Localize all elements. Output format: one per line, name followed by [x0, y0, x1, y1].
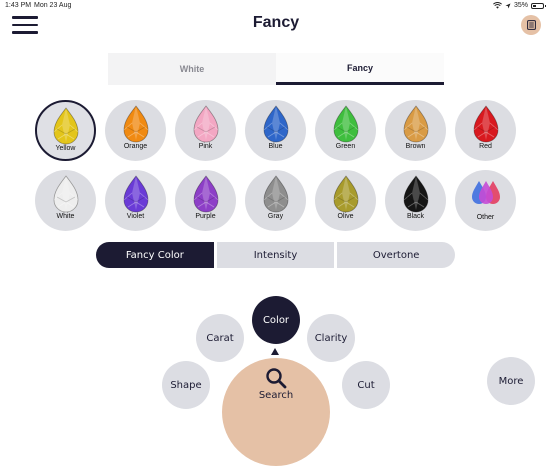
search-button[interactable]: Search — [222, 358, 330, 466]
search-label: Search — [258, 390, 294, 401]
status-time: 1:43 PM — [5, 2, 32, 9]
pear-diamond-icon — [123, 175, 148, 213]
tab-fancy[interactable]: Fancy — [276, 53, 444, 85]
page-title: Fancy — [252, 14, 300, 31]
color-swatch-label: Red — [479, 143, 492, 150]
color-swatch-other[interactable]: Other — [455, 170, 516, 231]
cart-button[interactable] — [521, 15, 541, 35]
color-swatch-label: Green — [335, 143, 356, 150]
pear-diamond-icon — [123, 105, 148, 143]
diamond-type-tabs: White Fancy — [108, 53, 444, 85]
pear-diamond-icon — [403, 175, 428, 213]
page-title-container: Fancy — [0, 14, 552, 32]
color-button[interactable]: Color — [252, 296, 300, 344]
pear-diamond-icon — [53, 107, 78, 145]
cart-list-icon — [526, 20, 536, 30]
color-swatch-brown[interactable]: Brown — [385, 100, 446, 161]
color-swatch-label: Purple — [195, 213, 216, 220]
pear-diamond-icon — [473, 105, 498, 143]
active-pointer-indicator — [271, 348, 279, 355]
shape-button[interactable]: Shape — [162, 361, 210, 409]
color-swatch-white-fancy[interactable]: White — [35, 170, 96, 231]
cut-button[interactable]: Cut — [342, 361, 390, 409]
more-button[interactable]: More — [487, 357, 535, 405]
color-swatch-label: Orange — [123, 143, 148, 150]
clarity-button[interactable]: Clarity — [307, 314, 355, 362]
color-swatch-yellow[interactable]: Yellow — [35, 100, 96, 161]
color-swatch-violet[interactable]: Violet — [105, 170, 166, 231]
pear-diamond-icon — [193, 105, 218, 143]
pear-diamond-icon — [263, 105, 288, 143]
color-swatch-label: Gray — [267, 213, 284, 220]
color-swatch-label: White — [56, 213, 75, 220]
color-swatch-orange[interactable]: Orange — [105, 100, 166, 161]
battery-icon — [531, 2, 546, 9]
color-swatch-label: Black — [406, 213, 425, 220]
status-right: 35% — [493, 2, 546, 9]
location-icon — [505, 3, 511, 8]
pear-diamond-icon — [333, 175, 358, 213]
search-icon — [266, 368, 287, 389]
pear-diamond-icon — [53, 175, 78, 213]
multicolor-drops-icon — [471, 181, 500, 204]
color-swatch-label: Yellow — [55, 145, 76, 152]
color-swatch-blue[interactable]: Blue — [245, 100, 306, 161]
pear-diamond-icon — [193, 175, 218, 213]
color-swatch-gray[interactable]: Gray — [245, 170, 306, 231]
color-swatch-label: Brown — [405, 143, 426, 150]
color-swatch-black[interactable]: Black — [385, 170, 446, 231]
color-swatch-red[interactable]: Red — [455, 100, 516, 161]
color-swatch-label: Blue — [268, 143, 283, 150]
color-swatch-label: Violet — [126, 213, 145, 220]
status-date: Mon 23 Aug — [34, 2, 72, 9]
color-swatch-label: Other — [476, 214, 495, 221]
pear-diamond-icon — [333, 105, 358, 143]
color-swatch-pink[interactable]: Pink — [175, 100, 236, 161]
color-swatch-label: Pink — [198, 143, 213, 150]
color-swatch-label: Olive — [337, 213, 354, 220]
wifi-icon — [493, 2, 502, 9]
battery-fill — [533, 4, 537, 7]
pear-diamond-icon — [403, 105, 428, 143]
pear-diamond-icon — [263, 175, 288, 213]
carat-button[interactable]: Carat — [196, 314, 244, 362]
tab-fancy-color[interactable]: Fancy Color — [96, 242, 214, 268]
color-swatch-green[interactable]: Green — [315, 100, 376, 161]
color-swatch-purple[interactable]: Purple — [175, 170, 236, 231]
tab-white[interactable]: White — [108, 53, 276, 85]
tab-intensity[interactable]: Intensity — [216, 242, 335, 268]
hamburger-menu-icon[interactable] — [12, 16, 38, 34]
battery-percent: 35% — [513, 2, 528, 9]
tab-overtone[interactable]: Overtone — [337, 242, 456, 268]
status-bar: 1:43 PM Mon 23 Aug 35% — [0, 0, 552, 12]
color-swatch-olive[interactable]: Olive — [315, 170, 376, 231]
color-filter-tabs: Fancy Color Intensity Overtone — [96, 242, 456, 268]
